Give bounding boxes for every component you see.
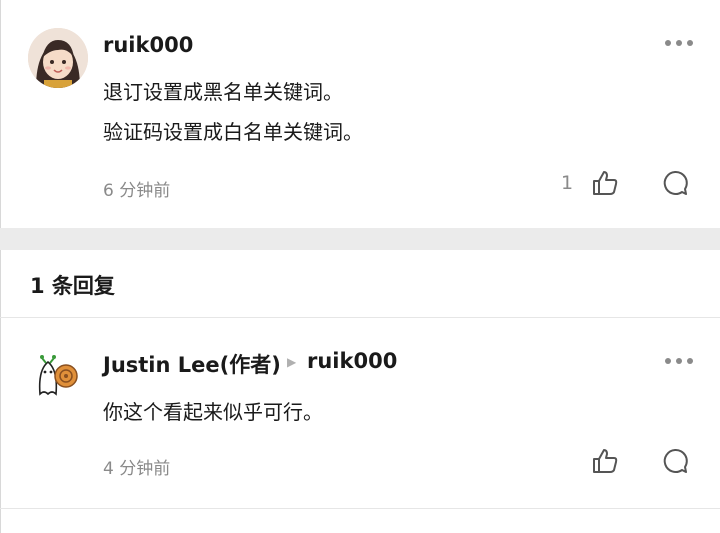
snail-ghost-avatar-icon [32,350,80,398]
author-name[interactable]: Justin Lee(作者) [103,349,281,379]
comment-button[interactable] [660,168,690,198]
comment-button[interactable] [660,446,690,476]
more-options-button[interactable] [665,354,695,368]
reply-text: 你这个看起来似乎可行。 [103,400,323,424]
more-options-button[interactable] [665,36,695,50]
like-button[interactable] [590,168,620,198]
reply-to-username[interactable]: ruik000 [307,349,397,373]
main-comment: ruik000 退订设置成黑名单关键词。 验证码设置成白名单关键词。 6 分钟前… [0,0,720,228]
thumbs-up-icon [593,449,618,473]
like-button[interactable] [590,446,620,476]
divider [0,508,720,509]
timestamp: 4 分钟前 [103,459,171,479]
like-count: 1 [561,172,574,194]
dot-icon [687,40,693,46]
timestamp: 6 分钟前 [103,181,171,201]
dot-icon [665,40,671,46]
dot-icon [676,40,682,46]
speech-bubble-icon [663,448,688,473]
reply-arrow-icon: ▶ [287,355,297,369]
avatar[interactable] [32,350,80,398]
comment-text-line-2: 验证码设置成白名单关键词。 [103,120,363,144]
reply-comment: Justin Lee(作者) ▶ ruik000 你这个看起来似乎可行。 4 分… [0,318,720,508]
comment-text-line-1: 退订设置成黑名单关键词。 [103,80,343,104]
username[interactable]: ruik000 [103,33,193,57]
dot-icon [665,358,671,364]
dot-icon [676,358,682,364]
thumbs-up-icon [593,171,618,195]
section-divider [0,228,720,250]
avatar[interactable] [28,28,88,88]
anime-avatar-icon [28,28,88,88]
dot-icon [687,358,693,364]
replies-count-title: 1 条回复 [30,274,115,298]
speech-bubble-icon [663,170,688,195]
